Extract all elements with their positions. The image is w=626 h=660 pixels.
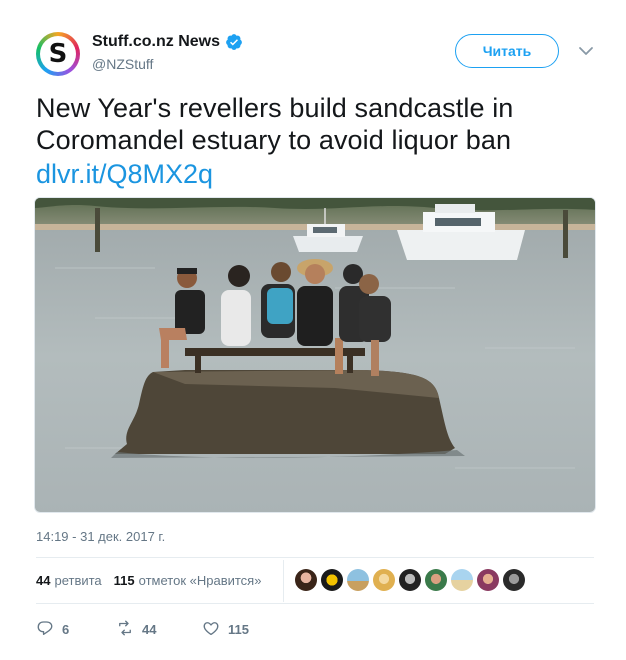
follow-button[interactable]: Читать <box>455 34 559 68</box>
chevron-down-icon[interactable] <box>576 44 596 58</box>
like-button[interactable]: 115 <box>202 619 282 640</box>
liker-avatar[interactable] <box>503 569 525 591</box>
liker-avatar[interactable] <box>399 569 421 591</box>
liker-avatar[interactable] <box>451 569 473 591</box>
account-display-name[interactable]: Stuff.co.nz News <box>92 33 220 51</box>
retweet-button[interactable]: 44 <box>116 619 202 640</box>
reply-count: 6 <box>62 622 70 637</box>
tweet-actions: 6 44 115 <box>36 619 282 640</box>
tweet-link[interactable]: dlvr.it/Q8MX2q <box>36 158 213 190</box>
divider-bottom <box>36 603 594 604</box>
liker-avatar[interactable] <box>295 569 317 591</box>
like-count: 115 <box>228 622 249 637</box>
tweet-stats: 44 ретвита 115 отметок «Нравится» <box>36 573 261 588</box>
tweet-photo[interactable] <box>34 197 596 513</box>
divider-top <box>36 557 594 558</box>
liker-avatars <box>295 569 525 591</box>
likes-stat[interactable]: 115 отметок «Нравится» <box>114 573 262 588</box>
retweets-stat-count: 44 <box>36 573 51 588</box>
retweets-stat[interactable]: 44 ретвита <box>36 573 102 588</box>
tweet-text: New Year's revellers build sandcastle in… <box>36 93 514 155</box>
heart-icon <box>202 619 220 640</box>
liker-avatar[interactable] <box>321 569 343 591</box>
liker-avatar[interactable] <box>477 569 499 591</box>
verified-badge-icon <box>225 33 243 51</box>
stats-separator <box>283 560 284 602</box>
liker-avatar[interactable] <box>425 569 447 591</box>
reply-icon <box>36 619 54 640</box>
retweet-count: 44 <box>142 622 157 637</box>
account-handle[interactable]: @NZStuff <box>92 56 153 72</box>
likes-stat-label: отметок «Нравится» <box>138 573 262 588</box>
reply-button[interactable]: 6 <box>36 619 116 640</box>
tweet-timestamp[interactable]: 14:19 - 31 дек. 2017 г. <box>36 529 165 544</box>
avatar-letter: S <box>40 36 76 72</box>
retweets-stat-label: ретвита <box>54 573 102 588</box>
account-name-row[interactable]: Stuff.co.nz News <box>92 33 243 51</box>
likes-stat-count: 115 <box>113 573 135 588</box>
account-avatar[interactable]: S <box>36 32 80 76</box>
liker-avatar[interactable] <box>347 569 369 591</box>
retweet-icon <box>116 619 134 640</box>
liker-avatar[interactable] <box>373 569 395 591</box>
